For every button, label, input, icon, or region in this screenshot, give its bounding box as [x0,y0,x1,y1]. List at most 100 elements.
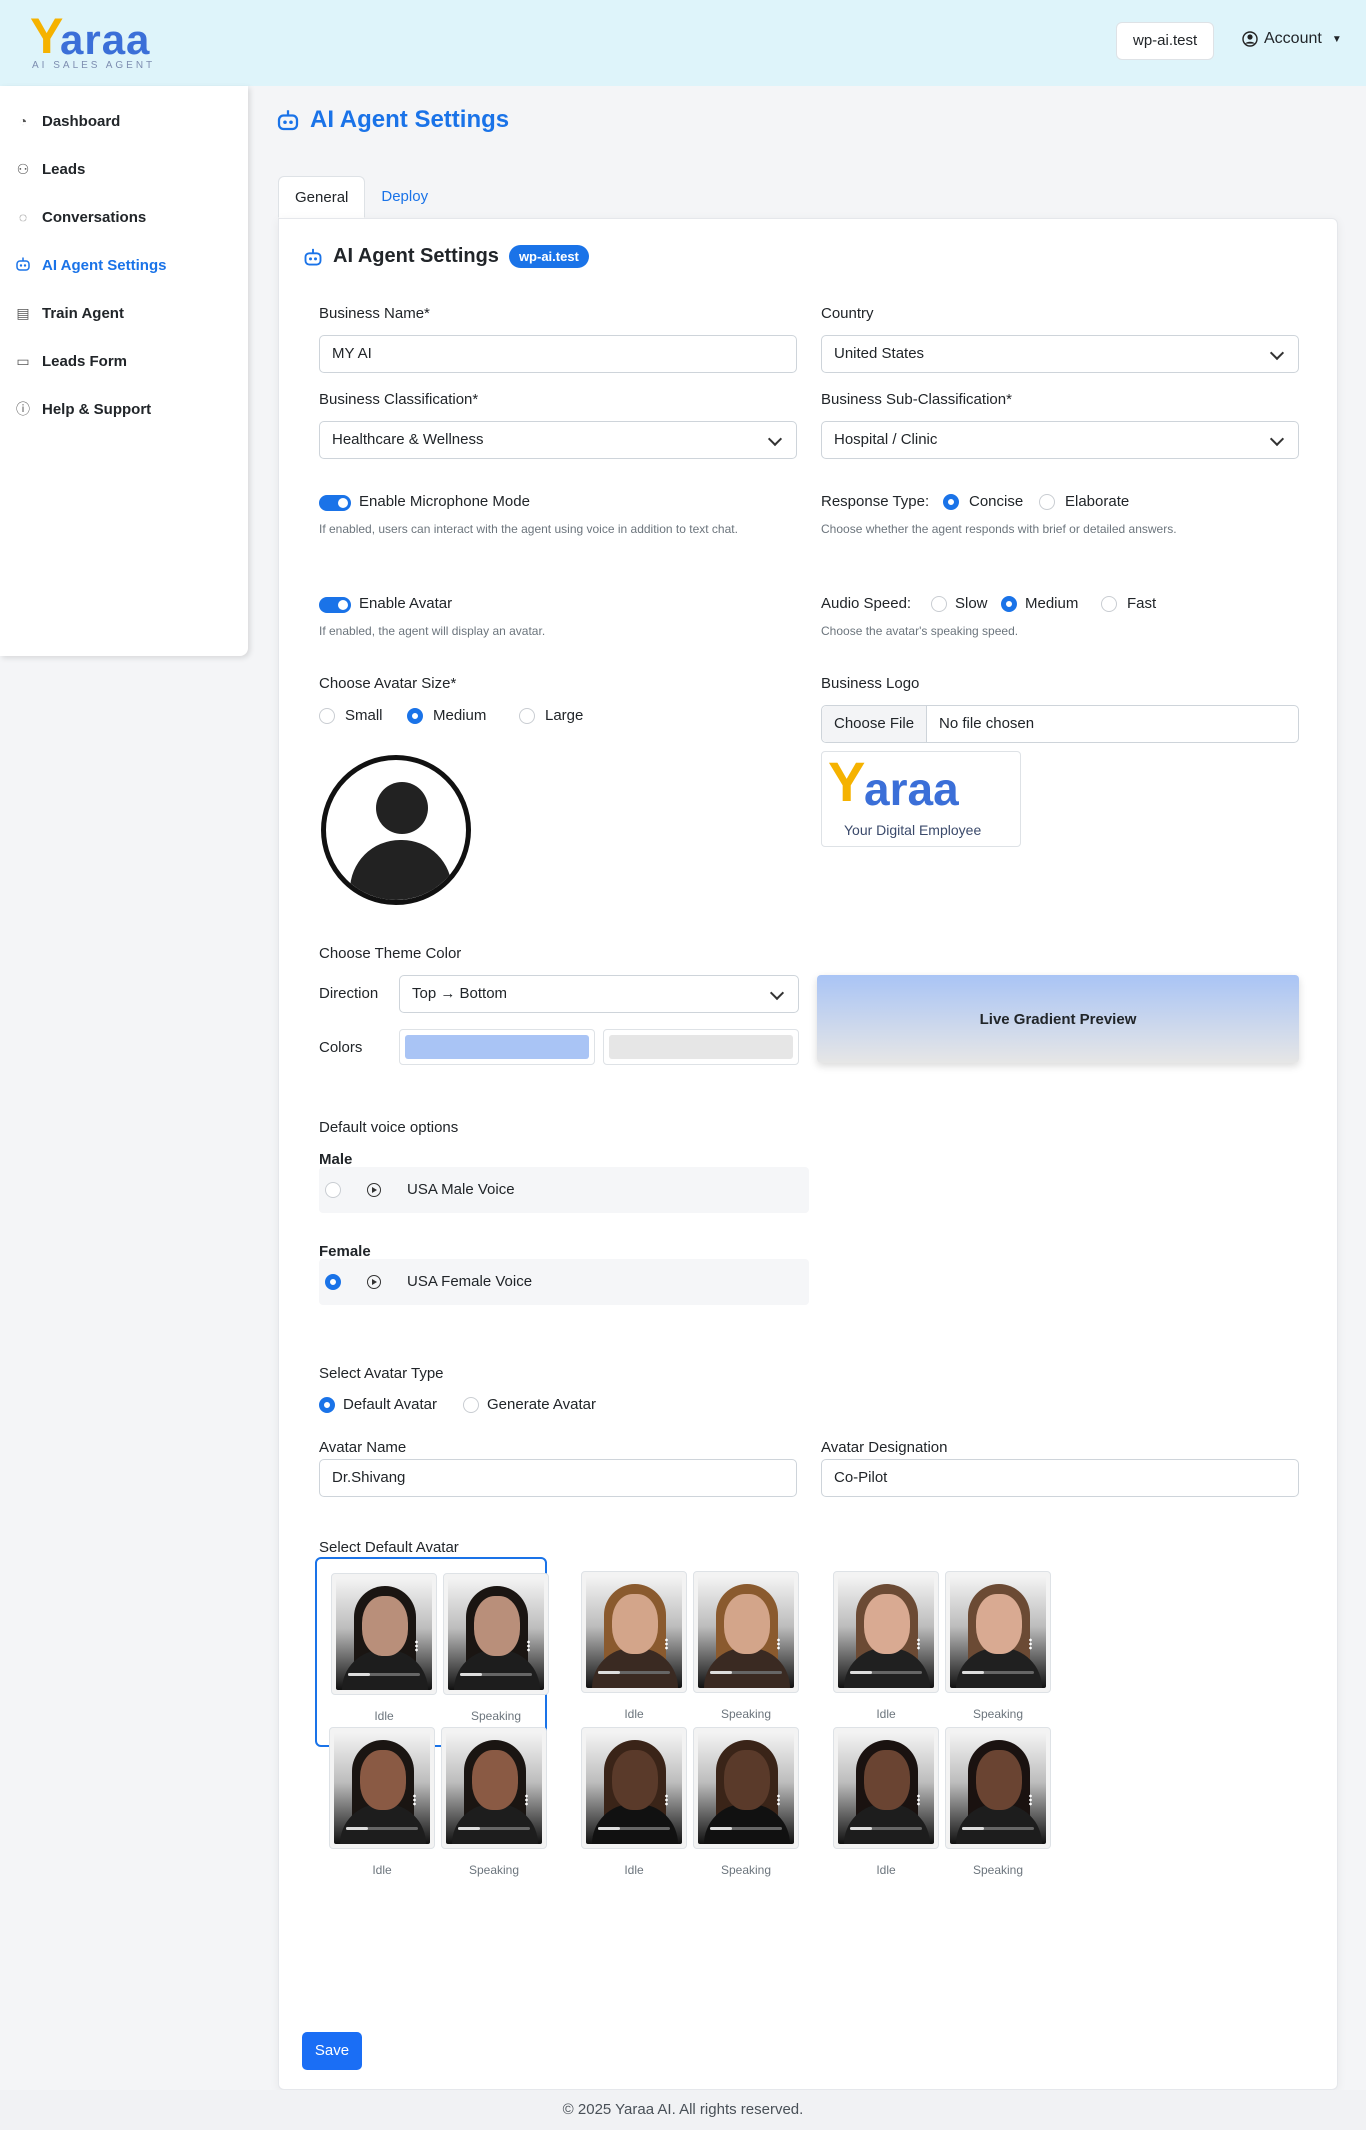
sidebar-item-leads[interactable]: ⚇ Leads [14,157,86,181]
more-options-icon[interactable] [1029,1794,1032,1806]
theme-color-label: Choose Theme Color [319,945,462,962]
video-progress-bar[interactable] [346,1827,418,1830]
microphone-label: Enable Microphone Mode [359,493,530,510]
more-options-icon[interactable] [777,1794,780,1806]
robot-icon [304,248,322,265]
response-concise-radio[interactable] [943,494,959,510]
more-options-icon[interactable] [527,1640,530,1652]
more-options-icon[interactable] [525,1794,528,1806]
avatar-option[interactable]: Idle Speaking [315,1713,547,1903]
response-elaborate-radio[interactable] [1039,494,1055,510]
speed-slow-radio[interactable] [931,596,947,612]
male-voice-radio[interactable] [325,1182,341,1198]
more-options-icon[interactable] [665,1638,668,1650]
play-icon[interactable] [367,1183,381,1197]
video-progress-bar[interactable] [962,1827,1034,1830]
business-logo-input[interactable]: Choose File No file chosen [821,705,1299,743]
avatar-thumbnail-idle[interactable] [581,1727,687,1849]
male-heading: Male [319,1151,353,1168]
avatar-thumbnail-speaking[interactable] [945,1727,1051,1849]
sidebar-item-conversations[interactable]: ◌ Conversations [14,205,146,229]
more-options-icon[interactable] [917,1638,920,1650]
avatar-option[interactable]: Idle Speaking [567,1713,799,1903]
female-voice-row[interactable]: USA Female Voice [319,1259,809,1305]
business-name-input[interactable]: MY AI [319,335,797,373]
video-progress-bar[interactable] [348,1673,420,1676]
settings-card: AI Agent Settings wp-ai.test Business Na… [278,218,1338,2090]
account-menu[interactable]: Account ▼ [1242,30,1342,48]
more-options-icon[interactable] [665,1794,668,1806]
generate-avatar-radio[interactable] [463,1397,479,1413]
sidebar-item-train-agent[interactable]: ▤ Train Agent [14,301,124,325]
avatar-thumbnail-speaking[interactable] [693,1727,799,1849]
avatar-image [586,1576,682,1688]
video-progress-bar[interactable] [850,1827,922,1830]
avatar-thumbnail-speaking[interactable] [945,1571,1051,1693]
video-progress-bar[interactable] [598,1671,670,1674]
avatar-thumbnail-idle[interactable] [331,1573,437,1695]
avatar-toggle[interactable] [319,597,351,613]
tab-deploy[interactable]: Deploy [365,176,444,218]
more-options-icon[interactable] [777,1638,780,1650]
more-options-icon[interactable] [1029,1638,1032,1650]
avatar-image [950,1732,1046,1844]
direction-select[interactable]: Top → Bottom [399,975,799,1013]
avatar-thumbnail-speaking[interactable] [693,1571,799,1693]
avatar-face [864,1750,910,1810]
female-voice-radio[interactable] [325,1274,341,1290]
logo-preview-tagline: Your Digital Employee [844,822,982,838]
avatar-thumbnail-idle[interactable] [833,1727,939,1849]
sidebar-item-dashboard[interactable]: ◔ Dashboard [14,109,121,133]
speed-fast-label: Fast [1127,595,1157,612]
help-icon: ⓘ [16,401,30,417]
color-picker-1[interactable] [399,1029,595,1065]
country-select[interactable]: United States [821,335,1299,373]
avatar-thumbnail-speaking[interactable] [441,1727,547,1849]
avatar-name-input[interactable]: Dr.Shivang [319,1459,797,1497]
video-progress-bar[interactable] [460,1673,532,1676]
tab-general[interactable]: General [278,176,366,218]
response-concise-label: Concise [969,493,1024,510]
microphone-toggle[interactable] [319,495,351,511]
sidebar-item-help-support[interactable]: ⓘ Help & Support [14,397,151,421]
avatar-face [976,1594,1022,1654]
male-voice-row[interactable]: USA Male Voice [319,1167,809,1213]
sidebar-item-ai-agent-settings[interactable]: AI Agent Settings [14,253,166,277]
avatar-option[interactable]: Idle Speaking [819,1713,1051,1903]
avatar-thumbnail-speaking[interactable] [443,1573,549,1695]
default-avatar-radio[interactable] [319,1397,335,1413]
size-large-radio[interactable] [519,708,535,724]
more-options-icon[interactable] [415,1640,418,1652]
sub-classification-select[interactable]: Hospital / Clinic [821,421,1299,459]
play-icon[interactable] [367,1275,381,1289]
video-progress-bar[interactable] [458,1827,530,1830]
video-progress-bar[interactable] [962,1671,1034,1674]
choose-file-button[interactable]: Choose File [822,706,928,742]
classification-value: Healthcare & Wellness [332,431,484,448]
video-progress-bar[interactable] [710,1827,782,1830]
sidebar-item-leads-form[interactable]: ▭ Leads Form [14,349,127,373]
more-options-icon[interactable] [413,1794,416,1806]
logo-preview-text: araa [864,763,959,815]
avatar-image [698,1732,794,1844]
size-small-radio[interactable] [319,708,335,724]
response-type-help: Choose whether the agent responds with b… [821,522,1177,536]
avatar-thumbnail-idle[interactable] [833,1571,939,1693]
size-medium-radio[interactable] [407,708,423,724]
avatar-thumbnail-idle[interactable] [581,1571,687,1693]
video-progress-bar[interactable] [598,1827,670,1830]
video-progress-bar[interactable] [710,1671,782,1674]
avatar-thumbnail-idle[interactable] [329,1727,435,1849]
speed-medium-radio[interactable] [1001,596,1017,612]
classification-select[interactable]: Healthcare & Wellness [319,421,797,459]
save-button[interactable]: Save [302,2032,362,2070]
speed-fast-radio[interactable] [1101,596,1117,612]
more-options-icon[interactable] [917,1794,920,1806]
video-progress-bar[interactable] [850,1671,922,1674]
color-picker-2[interactable] [603,1029,799,1065]
site-button[interactable]: wp-ai.test [1116,22,1215,60]
avatar-designation-input[interactable]: Co-Pilot [821,1459,1299,1497]
page-title: AI Agent Settings [276,106,509,134]
response-elaborate-label: Elaborate [1065,493,1130,510]
brand-logo[interactable]: Y araa AI SALES AGENT [30,10,160,71]
